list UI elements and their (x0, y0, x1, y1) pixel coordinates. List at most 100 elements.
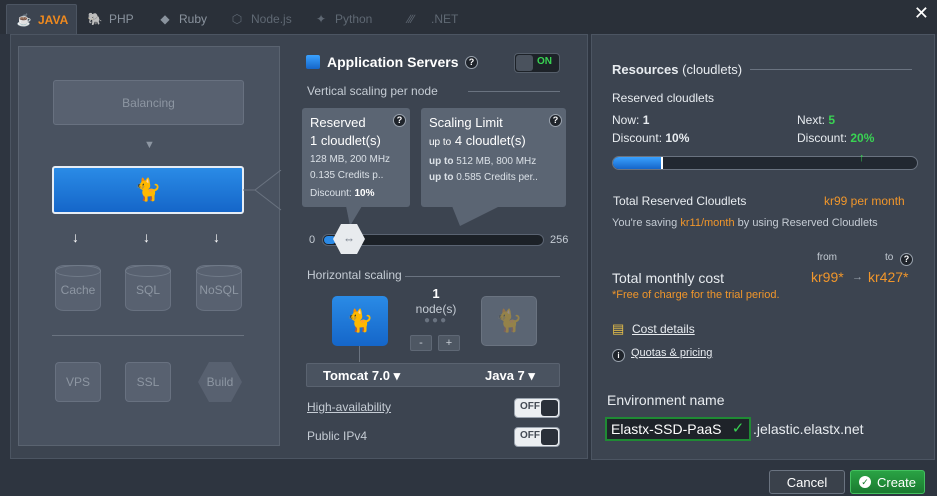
toggle-label: OFF (520, 430, 540, 441)
total-reserved-value: kr99 per month (824, 194, 905, 208)
tab-label: .NET (431, 12, 459, 26)
server-select-bar: Tomcat 7.0 ▾ Java 7 ▾ (306, 363, 560, 387)
reserved-spec: 128 MB, 200 MHz (310, 154, 391, 165)
discount-now: 10% (665, 131, 690, 145)
sql-label: SQL (135, 283, 160, 297)
tab-ruby[interactable]: ◆ Ruby (156, 4, 207, 34)
tab-label: JAVA (38, 12, 69, 27)
slider-pointers (346, 206, 500, 226)
now-value: 1 (642, 113, 650, 127)
nosql-node-button[interactable]: NoSQL (196, 265, 242, 311)
reserved-credits: 0.135 Credits p.. (310, 170, 384, 181)
discount-label: Discount: (310, 188, 352, 199)
server-select-value: Tomcat 7.0 (323, 368, 390, 383)
help-icon[interactable]: ? (393, 112, 406, 127)
cost-details-link[interactable]: Cost details (632, 322, 695, 336)
help-icon[interactable]: ? (900, 251, 913, 266)
python-icon: ✦ (315, 12, 327, 26)
app-server-node-button[interactable]: 🐈 (52, 166, 244, 214)
arrow-down-icon: ↓ (143, 229, 150, 245)
now-label: Now: (612, 113, 640, 127)
tab-label: Node.js (251, 12, 292, 26)
cost-from: kr99* (811, 269, 844, 285)
cache-node-button[interactable]: Cache (55, 265, 101, 311)
sql-node-button[interactable]: SQL (125, 265, 171, 311)
reserved-cloudlets-heading: Reserved cloudlets (612, 91, 715, 105)
reserved-progress-bar (612, 156, 918, 170)
public-ipv4-label: Public IPv4 (307, 429, 368, 443)
arrow-down-icon: ↓ (213, 229, 220, 245)
discount-next: 20% (850, 131, 875, 145)
app-servers-toggle[interactable]: ON (514, 53, 560, 73)
tab-python: ✦ Python (312, 4, 372, 34)
discount-label: Discount: (612, 131, 663, 145)
toggle-knob (516, 55, 533, 71)
total-reserved-label: Total Reserved Cloudlets (613, 194, 747, 208)
scaling-limit-card[interactable]: Scaling Limit up to 4 cloudlet(s) up to … (421, 108, 566, 207)
increase-nodes-button[interactable]: + (438, 335, 460, 351)
java-version-select[interactable]: Java 7 ▾ (485, 368, 535, 384)
coins-icon: ▤ (612, 321, 625, 336)
vps-node-button[interactable]: VPS (55, 362, 101, 402)
language-tabs: ☕ JAVA 🐘 PHP ◆ Ruby ⬡ Node.js ✦ Python ∕… (0, 0, 937, 34)
active-node-tile[interactable]: 🐈 (332, 296, 388, 346)
next-label: Next: (797, 113, 826, 127)
reserved-card[interactable]: Reserved 1 cloudlet(s) 128 MB, 200 MHz 0… (302, 108, 410, 207)
ssl-label: SSL (136, 375, 160, 389)
toggle-knob (541, 400, 558, 416)
balancing-button[interactable]: Balancing (53, 80, 244, 125)
horizontal-scaling-label: Horizontal scaling (307, 268, 402, 282)
java-select-value: Java 7 (485, 368, 525, 383)
saving-suffix: by using Reserved Cloudlets (737, 217, 878, 229)
tomcat-icon: 🐈 (346, 308, 374, 333)
ssl-node-button[interactable]: SSL (125, 362, 171, 402)
divider (750, 69, 912, 70)
limit-spec-prefix: up to (429, 156, 454, 167)
high-availability-toggle[interactable]: OFF (514, 398, 560, 418)
help-icon[interactable]: ? (465, 54, 478, 69)
limit-credits-prefix: up to (429, 172, 454, 183)
arrow-right-icon: → (852, 271, 863, 283)
divider (468, 91, 560, 92)
quotas-link[interactable]: Quotas & pricing (631, 347, 712, 359)
inactive-node-tile[interactable]: 🐈 (481, 296, 537, 346)
public-ipv4-toggle[interactable]: OFF (514, 427, 560, 447)
tab-java[interactable]: ☕ JAVA (6, 4, 78, 34)
tomcat-icon: 🐈 (495, 308, 523, 333)
app-servers-title: Application Servers (327, 54, 459, 70)
next-marker-icon: ↑ (859, 152, 865, 164)
connector-line (359, 346, 360, 362)
tab-label: Ruby (179, 12, 208, 26)
decrease-nodes-button[interactable]: - (410, 335, 432, 351)
close-icon[interactable]: ✕ (914, 4, 929, 22)
limit-title: Scaling Limit (429, 115, 503, 130)
tab-php[interactable]: 🐘 PHP (86, 4, 134, 34)
ruby-icon: ◆ (160, 12, 170, 26)
balancing-label: Balancing (122, 95, 175, 110)
nodes-count: 1 (432, 286, 440, 301)
build-label: Build (206, 375, 234, 389)
discount-value: 10% (354, 188, 375, 199)
reserved-value: 1 cloudlet(s) (310, 133, 381, 148)
environment-name-label: Environment name (607, 392, 725, 408)
total-monthly-label: Total monthly cost (612, 270, 725, 286)
cache-label: Cache (60, 283, 96, 297)
discount-label: Discount: (797, 131, 848, 145)
minus-label: - (419, 337, 423, 349)
slider-min-label: 0 (309, 234, 316, 246)
server-select[interactable]: Tomcat 7.0 ▾ (323, 368, 400, 384)
tab-label: Python (335, 12, 373, 26)
plus-label: + (445, 337, 453, 349)
arrow-down-icon: ▼ (144, 139, 155, 151)
vertical-scaling-label: Vertical scaling per node (307, 84, 438, 98)
high-availability-link[interactable]: High-availability (307, 400, 391, 414)
create-button[interactable]: ✓ Create (850, 470, 925, 494)
help-icon[interactable]: ? (549, 112, 562, 127)
to-label: to (885, 252, 894, 263)
saving-prefix: You're saving (612, 217, 678, 229)
tab-label: PHP (109, 12, 134, 26)
reserved-title: Reserved (310, 115, 366, 130)
environment-domain: .jelastic.elastx.net (753, 421, 864, 437)
cancel-button[interactable]: Cancel (769, 470, 845, 494)
progress-fill (613, 157, 662, 169)
